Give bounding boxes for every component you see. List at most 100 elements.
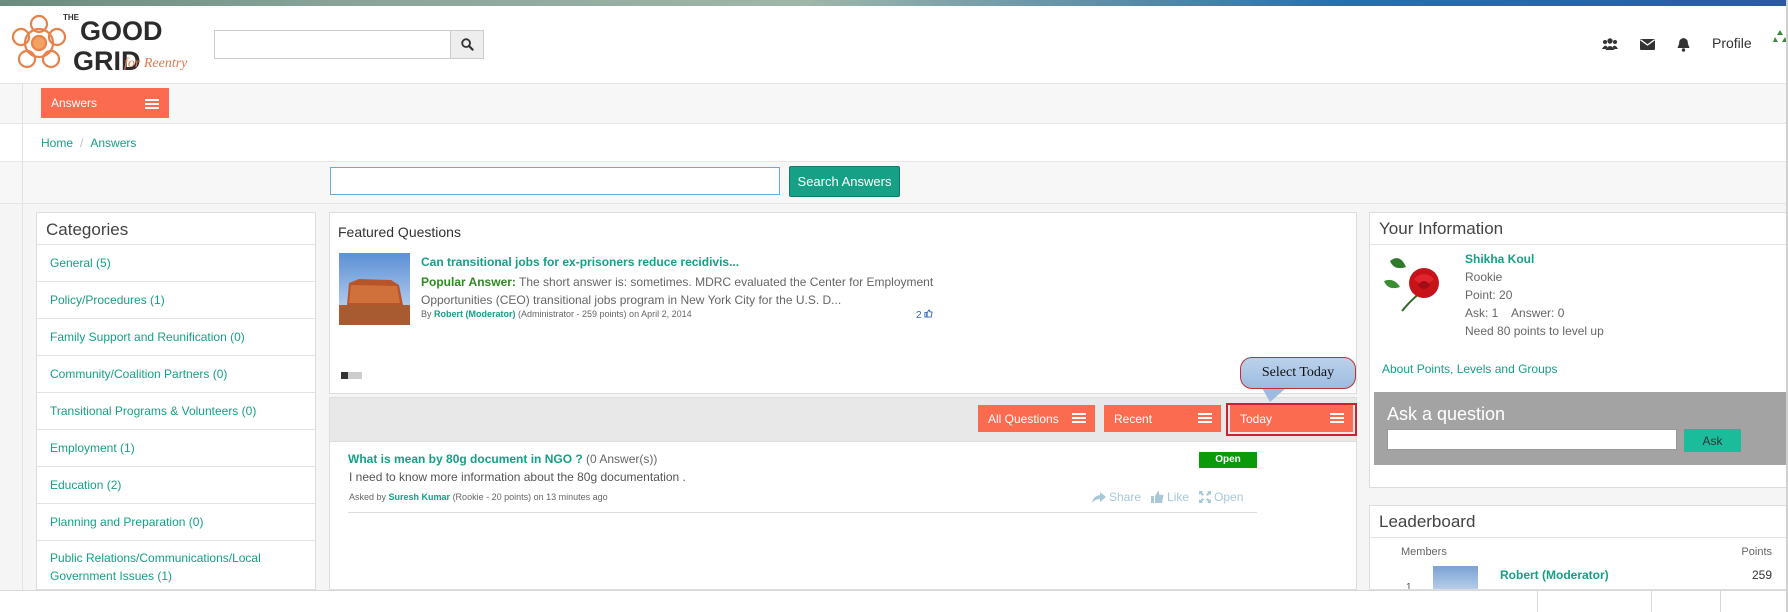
- like-button[interactable]: Like: [1151, 490, 1189, 504]
- bottom-band: [0, 590, 1788, 612]
- category-planning-preparation[interactable]: Planning and Preparation (0): [37, 504, 315, 541]
- category-community-partners[interactable]: Community/Coalition Partners (0): [37, 356, 315, 393]
- all-questions-filter[interactable]: All Questions: [978, 405, 1095, 432]
- svg-text:for Reentry: for Reentry: [124, 56, 188, 71]
- breadcrumb-answers[interactable]: Answers: [90, 136, 136, 150]
- ask-question-input[interactable]: [1387, 429, 1677, 450]
- categories-panel: Categories General (5) Policy/Procedures…: [36, 212, 316, 590]
- leaderboard-title: Leaderboard: [1370, 506, 1788, 538]
- recent-label: Recent: [1114, 412, 1153, 426]
- leaderboard-points-header: Points: [1741, 546, 1772, 558]
- user-ask-answer: Ask: 1 Answer: 0: [1465, 306, 1565, 320]
- user-points: Point: 20: [1465, 288, 1513, 302]
- category-family-support[interactable]: Family Support and Reunification (0): [37, 319, 315, 356]
- menu-icon: [1198, 413, 1212, 423]
- featured-author-role: (Administrator - 259 points) on April 2,…: [515, 309, 692, 319]
- top-header: THE GOOD GRID for Reentry Profile: [0, 0, 1788, 84]
- answer-search-input[interactable]: [330, 167, 780, 195]
- callout-tail: [1262, 388, 1286, 402]
- question-author-meta: (Rookie - 20 points) on 13 minutes ago: [450, 492, 608, 502]
- search-button[interactable]: [450, 30, 484, 59]
- profile-link[interactable]: Profile: [1712, 35, 1752, 51]
- like-label: Like: [1167, 490, 1190, 504]
- search-icon: [460, 38, 474, 51]
- your-information-title: Your Information: [1370, 213, 1788, 245]
- share-button[interactable]: Share: [1092, 490, 1141, 504]
- menu-icon: [145, 99, 159, 109]
- thumbs-up-icon: [1151, 491, 1164, 503]
- answers-dropdown[interactable]: Answers: [41, 88, 169, 118]
- answers-dropdown-label: Answers: [51, 96, 98, 110]
- leaderboard-member-points: 259: [1751, 568, 1772, 582]
- category-education[interactable]: Education (2): [37, 467, 315, 504]
- share-label: Share: [1109, 490, 1142, 504]
- featured-by-label: By: [421, 309, 435, 319]
- left-rail: [22, 84, 23, 590]
- category-policy-procedures[interactable]: Policy/Procedures (1): [37, 282, 315, 319]
- question-meta: Asked by Suresh Kumar (Rookie - 20 point…: [349, 492, 608, 502]
- open-button[interactable]: Open: [1199, 490, 1243, 504]
- leaderboard-member-link[interactable]: Robert (Moderator): [1500, 568, 1609, 582]
- user-info: Shikha Koul Rookie Point: 20 Ask: 1 Answ…: [1465, 250, 1604, 340]
- thumbs-up-icon: [924, 309, 933, 318]
- status-badge: Open: [1199, 452, 1257, 468]
- today-highlight-box: [1226, 403, 1357, 436]
- all-questions-label: All Questions: [988, 412, 1059, 426]
- popular-answer-label: Popular Answer:: [421, 275, 516, 289]
- asked-by-label: Asked by: [349, 492, 389, 502]
- featured-answer: Popular Answer: The short answer is: som…: [421, 273, 941, 309]
- leaderboard-avatar[interactable]: [1433, 566, 1478, 589]
- top-accent-line: [0, 0, 1788, 6]
- ask-button[interactable]: Ask: [1684, 429, 1741, 452]
- category-transitional-programs[interactable]: Transitional Programs & Volunteers (0): [37, 393, 315, 430]
- question-title-link[interactable]: What is mean by 80g document in NGO ?: [348, 452, 583, 466]
- breadcrumb-bar: [0, 124, 1788, 162]
- svg-text:GOOD: GOOD: [80, 16, 163, 46]
- envelope-icon[interactable]: [1638, 35, 1656, 53]
- featured-like-count[interactable]: 2: [916, 309, 933, 321]
- question-answer-count: (0 Answer(s)): [582, 452, 658, 466]
- leaderboard-panel: Leaderboard Members Points 1 Robert (Mod…: [1369, 505, 1788, 590]
- recent-filter[interactable]: Recent: [1104, 405, 1221, 432]
- section-nav-bar: [0, 84, 1788, 124]
- ask-question-box: Ask a question Ask: [1374, 392, 1788, 465]
- select-today-callout: Select Today: [1240, 357, 1356, 389]
- search-answers-button[interactable]: Search Answers: [789, 166, 900, 197]
- breadcrumb-separator: /: [80, 136, 84, 150]
- user-name-link[interactable]: Shikha Koul: [1465, 252, 1534, 266]
- breadcrumb-home[interactable]: Home: [41, 136, 73, 150]
- logo-flower-icon: [11, 14, 67, 69]
- featured-title: Featured Questions: [338, 224, 461, 240]
- users-icon[interactable]: [1601, 35, 1619, 53]
- breadcrumb: Home / Answers: [41, 136, 136, 150]
- category-employment[interactable]: Employment (1): [37, 430, 315, 467]
- categories-title: Categories: [37, 213, 315, 245]
- user-level: Rookie: [1465, 270, 1503, 284]
- bell-icon[interactable]: [1674, 35, 1692, 53]
- featured-question-title[interactable]: Can transitional jobs for ex-prisoners r…: [421, 255, 739, 269]
- featured-meta: By Robert (Moderator) (Administrator - 2…: [421, 309, 692, 319]
- question-actions: Share Like Open: [1092, 490, 1243, 504]
- about-points-link[interactable]: About Points, Levels and Groups: [1382, 362, 1557, 376]
- open-label: Open: [1214, 490, 1244, 504]
- question-author-link[interactable]: Suresh Kumar: [389, 492, 451, 502]
- category-general[interactable]: General (5): [37, 245, 315, 282]
- question-description: I need to know more information about th…: [349, 470, 686, 484]
- share-icon: [1092, 491, 1106, 503]
- featured-pager[interactable]: [341, 372, 362, 379]
- menu-icon: [1072, 413, 1086, 423]
- question-divider: [348, 512, 1257, 513]
- user-next-level: Need 80 points to level up: [1465, 324, 1604, 338]
- featured-question-thumbnail[interactable]: [339, 253, 410, 325]
- featured-author-link[interactable]: Robert (Moderator): [434, 309, 516, 319]
- site-search-input[interactable]: [214, 30, 450, 59]
- site-logo[interactable]: THE GOOD GRID for Reentry: [6, 10, 206, 76]
- category-public-relations[interactable]: Public Relations/Communications/Local Go…: [37, 541, 315, 589]
- leaderboard-rank: 1: [1406, 582, 1412, 590]
- leaderboard-members-header: Members: [1401, 546, 1447, 558]
- ask-question-title: Ask a question: [1387, 404, 1506, 424]
- expand-icon: [1199, 491, 1212, 503]
- featured-questions-panel: Featured Questions Can transitional jobs…: [329, 212, 1357, 394]
- avatar[interactable]: [1380, 249, 1448, 315]
- svg-text:THE: THE: [63, 13, 80, 22]
